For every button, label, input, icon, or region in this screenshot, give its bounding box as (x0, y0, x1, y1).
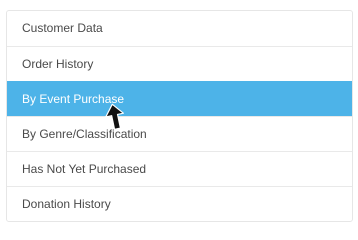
menu-item-by-event-purchase[interactable]: By Event Purchase (7, 81, 352, 116)
menu-item-order-history[interactable]: Order History (7, 46, 352, 81)
menu-item-customer-data[interactable]: Customer Data (7, 11, 352, 46)
menu-item-donation-history[interactable]: Donation History (7, 186, 352, 221)
report-menu: Customer Data Order History By Event Pur… (6, 10, 353, 222)
menu-item-by-genre-classification[interactable]: By Genre/Classification (7, 116, 352, 151)
menu-item-has-not-yet-purchased[interactable]: Has Not Yet Purchased (7, 151, 352, 186)
